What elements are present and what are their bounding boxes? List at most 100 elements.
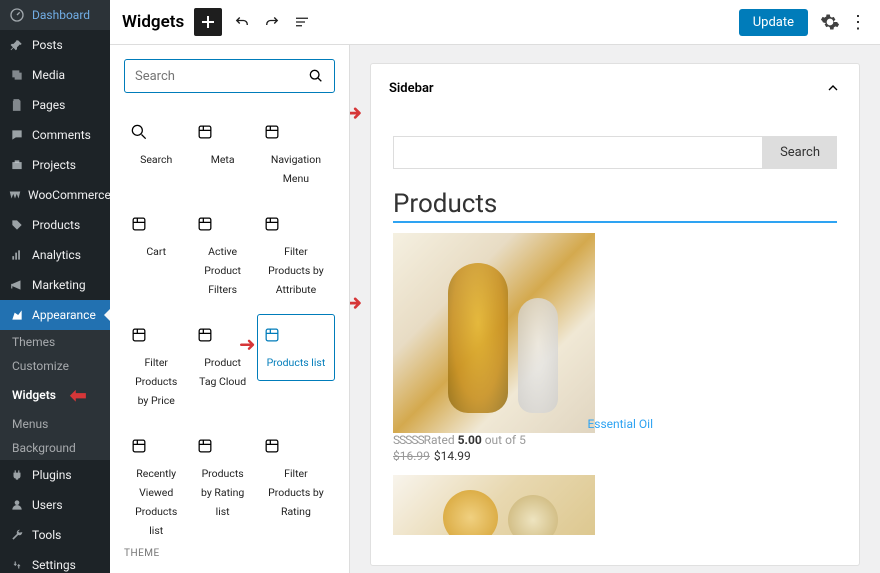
widget-icon	[262, 436, 330, 456]
update-button[interactable]: Update	[739, 9, 808, 36]
submenu-item-customize[interactable]: Customize	[0, 354, 110, 378]
appearance-icon	[8, 306, 26, 324]
panel-body: Search Products Essential Oil SSSSSRated…	[389, 106, 841, 535]
editor-topbar: Widgets Update ⋮	[110, 0, 880, 45]
rating-stars: SSSSS	[393, 433, 424, 447]
widget-icon	[129, 122, 183, 142]
products-heading: Products	[393, 189, 837, 219]
search-widget-input[interactable]	[393, 136, 763, 169]
menu-item-appearance[interactable]: Appearance	[0, 300, 110, 330]
widget-icon	[195, 214, 249, 234]
settings-button[interactable]	[816, 8, 844, 36]
portfolio-icon	[8, 156, 26, 174]
page-title: Widgets	[122, 12, 184, 32]
submenu-item-widgets[interactable]: Widgets⬅	[0, 378, 110, 412]
block-picker: SearchMetaNavigation Menu CartActive Prod…	[110, 45, 350, 573]
widget-tile-product-tag-cloud[interactable]: Product Tag Cloud	[190, 314, 254, 419]
menu-item-settings[interactable]: Settings	[0, 550, 110, 573]
old-price: $16.99	[393, 449, 430, 463]
undo-button[interactable]	[228, 8, 256, 36]
widget-tile-products-by-rating-list[interactable]: Products by Rating list	[190, 425, 254, 536]
redo-icon	[263, 13, 281, 31]
widget-icon	[129, 214, 183, 234]
product-price: $16.99 $14.99	[393, 449, 837, 463]
tool-icon	[8, 526, 26, 544]
add-block-button[interactable]	[194, 8, 222, 36]
heading-separator	[393, 221, 837, 223]
media-icon	[8, 66, 26, 84]
page-icon	[8, 96, 26, 114]
product-rating: SSSSSRated 5.00 out of 5	[393, 433, 837, 447]
search-icon	[308, 68, 324, 84]
block-search-box[interactable]	[124, 59, 335, 93]
list-view-button[interactable]	[288, 8, 316, 36]
widget-tile-products-list[interactable]: Products list	[257, 314, 335, 381]
editor-body: SearchMetaNavigation MenuCartActive Prod…	[110, 45, 880, 573]
panel-header[interactable]: Sidebar	[389, 78, 841, 106]
menu-item-dashboard[interactable]: Dashboard	[0, 0, 110, 30]
menu-item-media[interactable]: Media	[0, 60, 110, 90]
search-widget: Search	[393, 136, 837, 169]
more-options-button[interactable]: ⋮	[848, 8, 868, 36]
redo-button[interactable]	[258, 8, 286, 36]
widget-tile-cart[interactable]: Cart	[124, 203, 188, 308]
menu-item-users[interactable]: Users	[0, 490, 110, 520]
widget-icon	[262, 214, 330, 234]
arrow-annotation-icon: ⬅	[70, 383, 87, 407]
submenu-item-themes[interactable]: Themes	[0, 330, 110, 354]
widget-tile-search[interactable]: Search	[124, 111, 188, 197]
sidebar-panel: Sidebar Search Products Essential Oil	[370, 63, 860, 566]
widget-tile-recently-viewed-products-list[interactable]: Recently Viewed Products list	[124, 425, 188, 536]
submenu-item-background[interactable]: Background	[0, 436, 110, 460]
product-image[interactable]	[393, 475, 595, 535]
search-widget-button[interactable]: Search	[763, 136, 837, 169]
widget-tile-filter-products-by-attribute[interactable]: Filter Products by Attribute	[257, 203, 335, 308]
dashboard-icon	[8, 6, 26, 24]
gear-icon	[820, 12, 840, 32]
menu-item-posts[interactable]: Posts	[0, 30, 110, 60]
widget-icon	[129, 436, 183, 456]
menu-item-products[interactable]: Products	[0, 210, 110, 240]
block-search-input[interactable]	[135, 69, 308, 84]
menu-item-pages[interactable]: Pages	[0, 90, 110, 120]
menu-item-woocommerce[interactable]: WooCommerce	[0, 180, 110, 210]
product-link[interactable]: Essential Oil	[393, 417, 653, 431]
analytics-icon	[8, 246, 26, 264]
panel-title: Sidebar	[389, 81, 825, 96]
undo-icon	[233, 13, 251, 31]
admin-sidebar: DashboardPostsMediaPagesCommentsProjects…	[0, 0, 110, 573]
arrow-annotation-icon: ➜	[239, 332, 256, 356]
widget-icon	[195, 122, 249, 142]
menu-item-comments[interactable]: Comments	[0, 120, 110, 150]
submenu-item-menus[interactable]: Menus	[0, 412, 110, 436]
widget-icon	[195, 436, 249, 456]
comment-icon	[8, 126, 26, 144]
widget-tile-active-product-filters[interactable]: Active Product Filters	[190, 203, 254, 308]
plugin-icon	[8, 466, 26, 484]
preview-area: ➜ ➜ Sidebar Search Products	[350, 45, 880, 573]
widget-icon	[262, 325, 330, 345]
widget-icon	[129, 325, 183, 345]
woo-icon	[8, 186, 22, 204]
product-image[interactable]	[393, 233, 595, 433]
widget-icon	[262, 122, 330, 142]
chevron-up-icon	[825, 80, 841, 96]
widget-tile-filter-products-by-price[interactable]: Filter Products by Price	[124, 314, 188, 419]
pin-icon	[8, 36, 26, 54]
menu-item-plugins[interactable]: Plugins	[0, 460, 110, 490]
user-icon	[8, 496, 26, 514]
list-icon	[293, 13, 311, 31]
arrow-annotation-icon: ➜	[350, 101, 362, 126]
widget-tile-meta[interactable]: Meta	[190, 111, 254, 197]
submenu-appearance: ThemesCustomizeWidgets⬅MenusBackground	[0, 330, 110, 460]
widget-grid: SearchMetaNavigation Menu CartActive Prod…	[124, 111, 335, 536]
widget-tile-filter-products-by-rating[interactable]: Filter Products by Rating	[257, 425, 335, 536]
product-icon	[8, 216, 26, 234]
menu-item-tools[interactable]: Tools	[0, 520, 110, 550]
menu-item-marketing[interactable]: Marketing	[0, 270, 110, 300]
menu-item-analytics[interactable]: Analytics	[0, 240, 110, 270]
new-price: $14.99	[434, 449, 471, 463]
menu-item-projects[interactable]: Projects	[0, 150, 110, 180]
widget-tile-navigation-menu[interactable]: Navigation Menu	[257, 111, 335, 197]
main-area: Widgets Update ⋮ SearchM	[110, 0, 880, 573]
